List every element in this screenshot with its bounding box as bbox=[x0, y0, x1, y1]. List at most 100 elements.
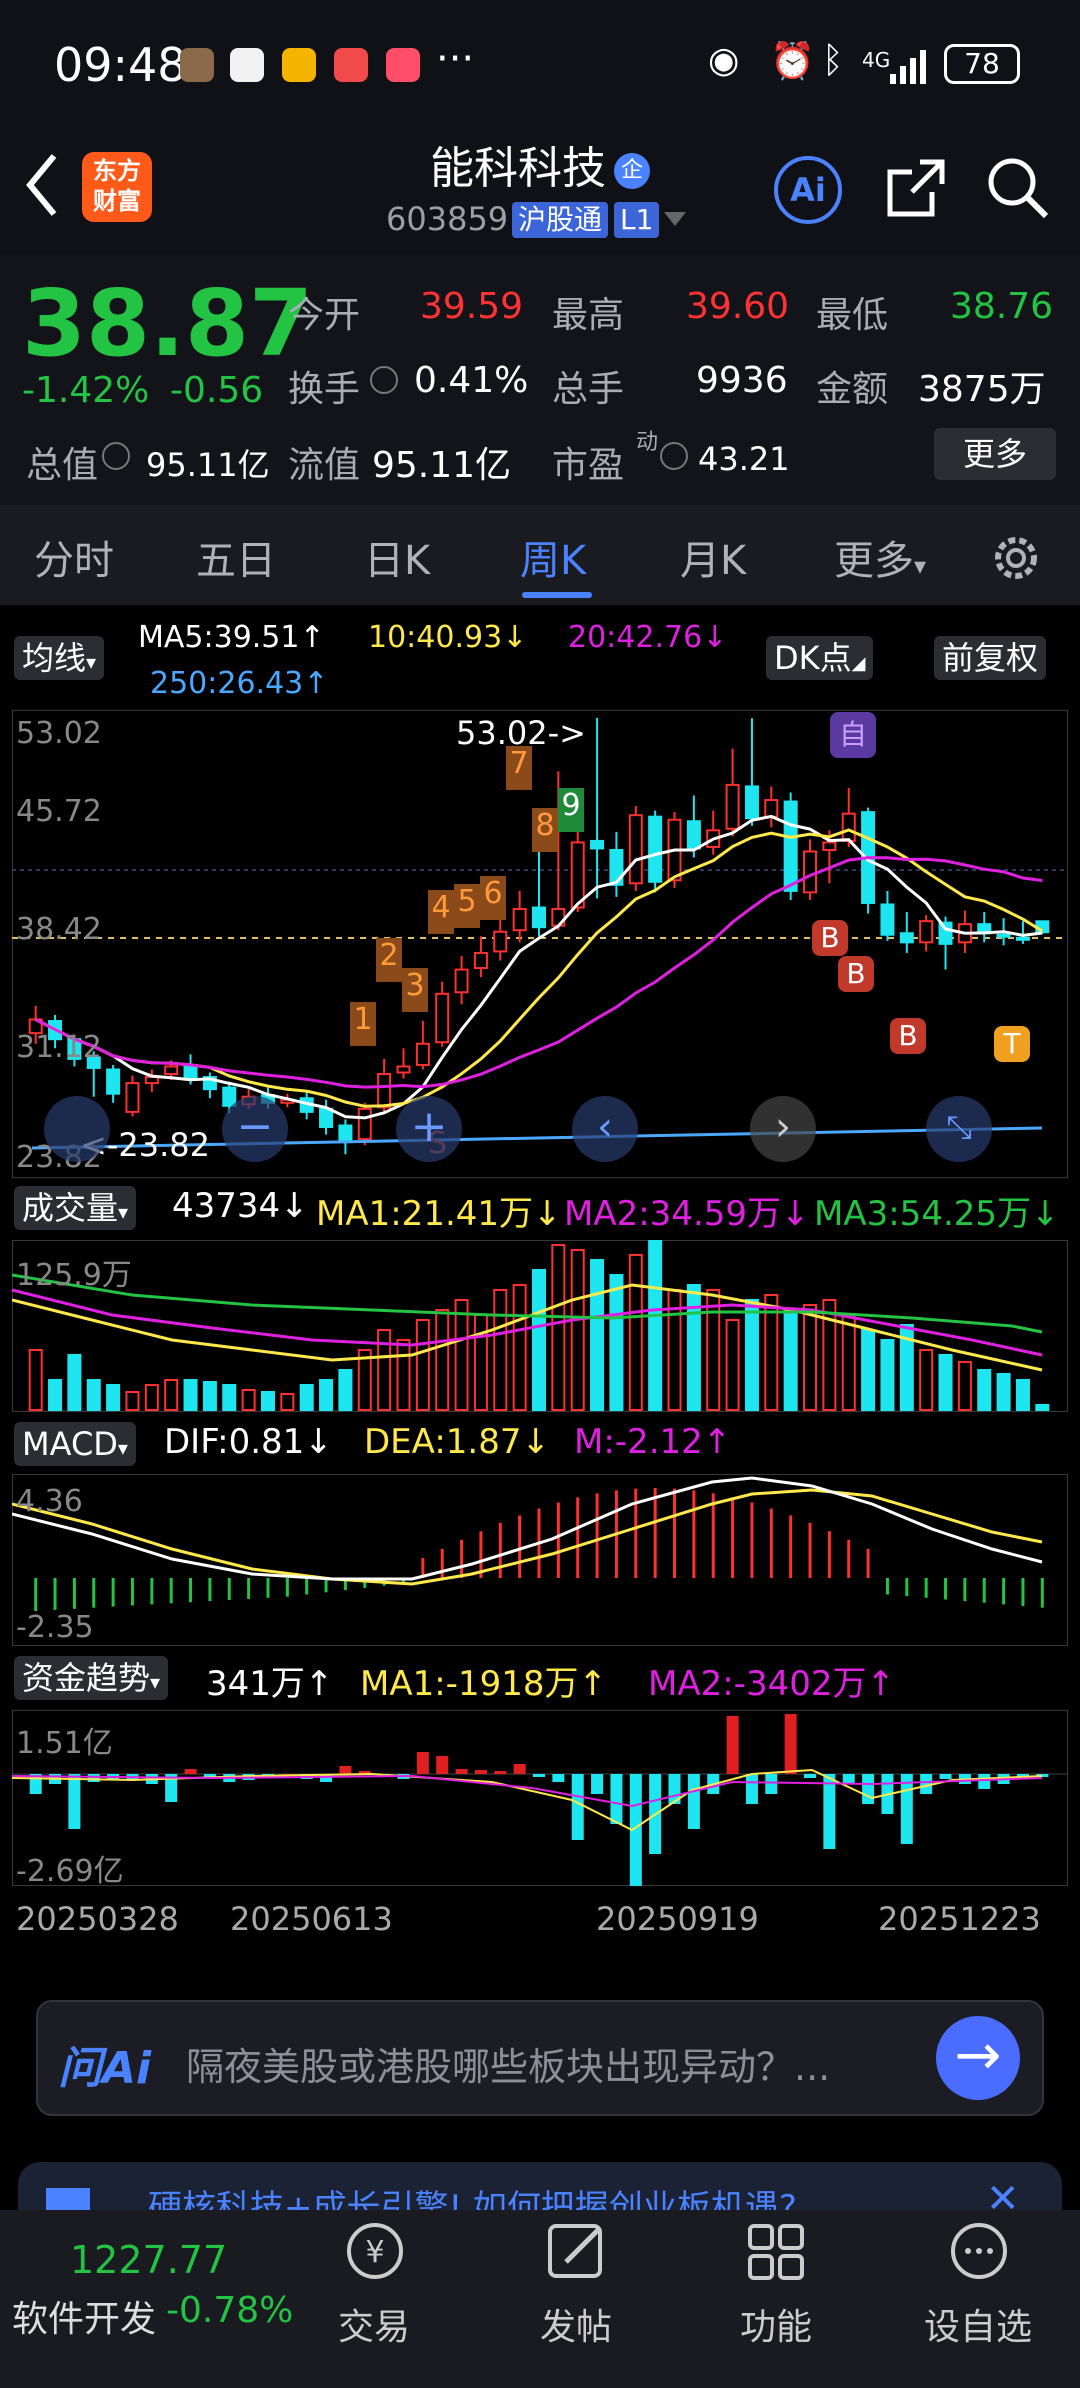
nav-post[interactable]: 发帖 bbox=[516, 2298, 636, 2350]
zoom-out-icon[interactable]: − bbox=[222, 1096, 288, 1162]
candle-body bbox=[164, 1065, 179, 1076]
candle-body bbox=[725, 783, 740, 830]
scroll-left-icon[interactable] bbox=[44, 1096, 110, 1162]
high-label: 最高 bbox=[552, 295, 625, 336]
chevron-right-icon[interactable]: › bbox=[750, 1096, 816, 1162]
arrow-right-icon[interactable]: → bbox=[936, 2016, 1020, 2100]
change-percent: -1.42% bbox=[22, 370, 150, 411]
fund-min-label: -2.69亿 bbox=[16, 1854, 124, 1889]
volume-bar bbox=[435, 1309, 450, 1411]
fund-bar bbox=[68, 1774, 81, 1829]
nav-function[interactable]: 功能 bbox=[716, 2298, 836, 2350]
volume-bar bbox=[1035, 1404, 1050, 1411]
fund-bar bbox=[532, 1774, 546, 1777]
trade-icon[interactable]: ¥ bbox=[340, 2218, 410, 2284]
nav-watchlist[interactable]: 设自选 bbox=[918, 2298, 1038, 2350]
info-icon[interactable] bbox=[660, 442, 688, 470]
candle-body bbox=[996, 933, 1011, 938]
candle-body bbox=[1015, 936, 1030, 941]
chevron-left-icon[interactable]: ‹ bbox=[572, 1096, 638, 1162]
tab-monthly-k[interactable]: 月K bbox=[680, 528, 746, 586]
ai-button[interactable]: Ai bbox=[774, 156, 842, 224]
tab-daily-k[interactable]: 日K bbox=[364, 528, 430, 586]
open-label: 今开 bbox=[288, 295, 361, 336]
tab-intraday[interactable]: 分时 bbox=[34, 528, 114, 586]
ma-selector[interactable]: 均线▾ bbox=[14, 636, 105, 680]
watchlist-icon[interactable] bbox=[944, 2218, 1014, 2284]
candle-body bbox=[454, 968, 469, 994]
volume-selector[interactable]: 成交量▾ bbox=[14, 1186, 137, 1230]
dk-point-toggle[interactable]: DK点◢ bbox=[766, 636, 874, 680]
ma10-value: 10:40.93↓ bbox=[368, 620, 528, 655]
tab-five-day[interactable]: 五日 bbox=[196, 528, 276, 586]
fund-max-label: 1.51亿 bbox=[16, 1726, 113, 1761]
tab-more[interactable]: 更多▾ bbox=[834, 528, 926, 586]
candle-body bbox=[590, 839, 605, 850]
low-label: 最低 bbox=[816, 295, 889, 336]
fullscreen-icon[interactable]: ⤡ bbox=[926, 1096, 992, 1162]
macd-max-label: 4.36 bbox=[16, 1484, 83, 1519]
tab-weekly-k[interactable]: 周K bbox=[520, 528, 586, 586]
fund-bar bbox=[436, 1756, 449, 1774]
candle-body bbox=[415, 1042, 430, 1066]
stock-code: 603859 bbox=[386, 200, 509, 238]
svg-text:¥: ¥ bbox=[365, 2235, 384, 2270]
buy-tag[interactable]: B bbox=[838, 956, 874, 992]
volume-bar bbox=[590, 1259, 605, 1411]
high-value: 39.60 bbox=[686, 286, 790, 327]
fund-current: 341万↑ bbox=[206, 1664, 334, 1704]
post-icon[interactable] bbox=[542, 2218, 612, 2284]
turnover-value: 0.41% bbox=[414, 360, 529, 401]
search-icon[interactable] bbox=[986, 156, 1050, 220]
fund-bar bbox=[339, 1766, 352, 1774]
index-name[interactable]: 软件开发 bbox=[12, 2290, 156, 2342]
candle-body bbox=[686, 820, 701, 850]
volume-bar bbox=[783, 1309, 798, 1411]
pe-superscript: 动 bbox=[636, 430, 659, 455]
mktcap-value: 95.11亿 bbox=[146, 446, 270, 484]
take-profit-tag[interactable]: T bbox=[994, 1026, 1030, 1062]
volume-bar bbox=[822, 1299, 837, 1411]
adjust-selector[interactable]: 前复权 bbox=[934, 636, 1047, 680]
l1-tag[interactable]: L1 bbox=[614, 202, 660, 238]
macd-min-label: -2.35 bbox=[16, 1610, 94, 1645]
gear-icon[interactable] bbox=[990, 532, 1042, 584]
fund-bar bbox=[687, 1774, 700, 1829]
zoom-in-icon[interactable]: + bbox=[396, 1096, 462, 1162]
fund-selector[interactable]: 资金趋势▾ bbox=[14, 1656, 169, 1700]
y-label-3: 38.42 bbox=[16, 912, 102, 947]
volume-bar bbox=[125, 1391, 140, 1411]
info-icon[interactable] bbox=[370, 366, 398, 394]
buy-tag[interactable]: B bbox=[812, 920, 848, 956]
function-icon[interactable] bbox=[742, 2218, 812, 2284]
date-label: 20251223 bbox=[878, 1900, 1041, 1938]
kline-main-chart[interactable] bbox=[12, 710, 1068, 1178]
candle-body bbox=[822, 841, 837, 851]
low-value: 38.76 bbox=[950, 286, 1054, 327]
dropdown-icon[interactable] bbox=[664, 212, 686, 226]
info-icon[interactable] bbox=[102, 442, 130, 470]
candle-body bbox=[512, 908, 527, 932]
ai-logo: 问Ai bbox=[58, 2043, 152, 2094]
macd-selector[interactable]: MACD▾ bbox=[14, 1422, 136, 1466]
self-tag[interactable]: 自 bbox=[830, 712, 876, 758]
turnover-label: 换手 bbox=[288, 369, 361, 410]
fund-bar bbox=[513, 1764, 526, 1774]
avatar-notification-icon bbox=[180, 48, 214, 82]
ai-input[interactable]: 隔夜美股或港股哪些板块出现异动？... bbox=[186, 2036, 830, 2091]
index-value[interactable]: 1227.77 bbox=[70, 2238, 227, 2282]
share-icon[interactable] bbox=[884, 156, 948, 220]
volume-bar bbox=[319, 1379, 334, 1411]
volume-bar bbox=[977, 1369, 992, 1411]
nav-trade[interactable]: 交易 bbox=[314, 2298, 434, 2350]
more-button[interactable]: 更多 bbox=[934, 428, 1056, 480]
fund-chart bbox=[12, 1710, 1068, 1886]
volume-value: 9936 bbox=[696, 360, 788, 401]
volume-bar bbox=[744, 1299, 759, 1411]
candle-body bbox=[338, 1124, 353, 1144]
buy-tag[interactable]: B bbox=[890, 1018, 926, 1054]
more-notifications-icon: ··· bbox=[436, 36, 475, 82]
fund-bar bbox=[591, 1774, 604, 1794]
volume-bar bbox=[280, 1393, 295, 1411]
dropdown-icon: ▾ bbox=[117, 1436, 128, 1460]
